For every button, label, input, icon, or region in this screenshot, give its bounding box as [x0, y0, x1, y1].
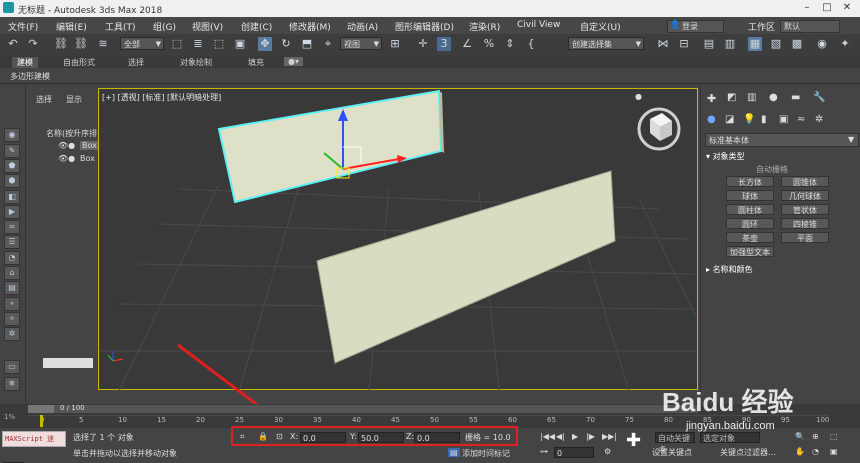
btn-text-plus[interactable]: 加强型文本: [726, 246, 774, 257]
tick-label: 55: [469, 416, 478, 424]
tick-label: 65: [547, 416, 556, 424]
go-to-end-icon[interactable]: ▶▶|: [602, 432, 617, 441]
btn-cone[interactable]: 圆锥体: [781, 176, 829, 187]
tick-label: 40: [352, 416, 361, 424]
z-label: Z:: [406, 432, 415, 441]
timeline-percent: 1%: [4, 413, 16, 421]
tick-label: 60: [508, 416, 517, 424]
chevron-down-icon: ▼: [848, 135, 855, 144]
time-tag-icon[interactable]: ▤: [448, 448, 460, 457]
tick-label: 25: [235, 416, 244, 424]
modify-tab-icon[interactable]: ◩: [727, 92, 736, 103]
rollout-name-color[interactable]: ▸ 名称和颜色: [706, 264, 753, 275]
systems-icon[interactable]: ✲: [815, 114, 823, 125]
watermark-brand: Baidu 经验: [662, 387, 794, 417]
isolate-selection-icon[interactable]: ⌗: [240, 432, 245, 442]
tick-label: 15: [157, 416, 166, 424]
time-slider-thumb[interactable]: [28, 405, 54, 413]
go-to-start-icon[interactable]: |◀◀: [540, 432, 555, 441]
btn-teapot[interactable]: 茶壶: [726, 232, 774, 243]
btn-box[interactable]: 长方体: [726, 176, 774, 187]
tick-label: 100: [816, 416, 830, 424]
pan-icon[interactable]: ✋: [795, 447, 805, 456]
utilities-tab-icon[interactable]: 🔧: [813, 92, 825, 103]
cameras-icon[interactable]: ▮: [761, 114, 767, 125]
selection-lock-icon[interactable]: 🔒: [258, 432, 268, 441]
current-frame-field[interactable]: 0: [554, 447, 594, 458]
current-frame-marker[interactable]: [40, 415, 43, 427]
zoom-all-icon[interactable]: ⊕: [812, 432, 819, 441]
orbit-icon[interactable]: ◔: [812, 447, 819, 456]
tick-label: 75: [625, 416, 634, 424]
tick-label: 5: [79, 416, 84, 424]
previous-frame-icon[interactable]: ◀|: [556, 432, 565, 441]
rollout-object-type[interactable]: ▾ 对象类型: [706, 151, 745, 162]
btn-torus[interactable]: 圆环: [726, 218, 774, 229]
set-key-button[interactable]: 设置关键点: [652, 447, 692, 458]
command-panel: ✚ ◩ ▥ ● ▬ 🔧 ● ◪ 💡 ▮ ▣ ≈ ✲ 标准基本体 ▼ ▾ 对象类型…: [700, 84, 860, 404]
tick-label: 50: [430, 416, 439, 424]
tick-label: 10: [118, 416, 127, 424]
maximize-viewport-icon[interactable]: ▣: [830, 447, 838, 456]
key-mode-icon[interactable]: ⊶: [540, 447, 548, 456]
prompt-line: 单击并拖动以选择并移动对象: [73, 449, 177, 458]
baidu-watermark: Baidu 经验 jingyan.baidu.com: [662, 382, 812, 434]
btn-tube[interactable]: 管状体: [781, 204, 829, 215]
geometry-icon[interactable]: ●: [707, 114, 716, 125]
y-label: Y:: [350, 432, 357, 441]
autogrid-checkbox[interactable]: 自动栅格: [756, 164, 788, 175]
play-icon[interactable]: ▶: [572, 432, 578, 441]
hierarchy-tab-icon[interactable]: ▥: [747, 92, 756, 103]
next-frame-icon[interactable]: |▶: [586, 432, 595, 441]
set-key-icon[interactable]: ✚: [626, 430, 641, 451]
category-dropdown[interactable]: 标准基本体 ▼: [705, 133, 859, 147]
absolute-mode-transform-icon[interactable]: ⊡: [276, 432, 283, 441]
btn-plane[interactable]: 平面: [781, 232, 829, 243]
btn-pyramid[interactable]: 四棱锥: [781, 218, 829, 229]
z-coordinate-field[interactable]: 0.0: [414, 432, 460, 443]
tick-label: 30: [274, 416, 283, 424]
tick-label: 70: [586, 416, 595, 424]
time-config-icon[interactable]: ⚙: [604, 447, 611, 456]
add-time-tag[interactable]: 添加时间标记: [462, 448, 510, 459]
space-warps-icon[interactable]: ≈: [797, 114, 805, 125]
btn-geosphere[interactable]: 几何球体: [781, 190, 829, 201]
time-slider[interactable]: 0 / 100: [28, 404, 698, 413]
grid-spacing: 栅格 = 10.0: [465, 433, 511, 442]
tick-label: 45: [391, 416, 400, 424]
tick-label: 20: [196, 416, 205, 424]
maxscript-listener[interactable]: MAXScript 迷: [2, 431, 66, 447]
x-label: X:: [290, 432, 299, 441]
lights-icon[interactable]: 💡: [743, 114, 755, 125]
key-filters-button[interactable]: 关键点过滤器...: [720, 447, 776, 458]
y-coordinate-field[interactable]: 50.0: [358, 432, 404, 443]
selection-status: 选择了 1 个 对象: [73, 433, 134, 442]
motion-tab-icon[interactable]: ●: [769, 92, 778, 103]
btn-sphere[interactable]: 球体: [726, 190, 774, 201]
create-tab-icon[interactable]: ✚: [707, 92, 716, 105]
tick-label: 35: [313, 416, 322, 424]
shapes-icon[interactable]: ◪: [725, 114, 734, 125]
btn-cylinder[interactable]: 圆柱体: [726, 204, 774, 215]
watermark-url: jingyan.baidu.com: [686, 420, 775, 432]
display-tab-icon[interactable]: ▬: [791, 92, 800, 103]
x-coordinate-field[interactable]: 0.0: [300, 432, 346, 443]
helpers-icon[interactable]: ▣: [779, 114, 788, 125]
zoom-extents-icon[interactable]: ⬚: [830, 432, 838, 441]
frame-counter: 0 / 100: [60, 404, 85, 412]
